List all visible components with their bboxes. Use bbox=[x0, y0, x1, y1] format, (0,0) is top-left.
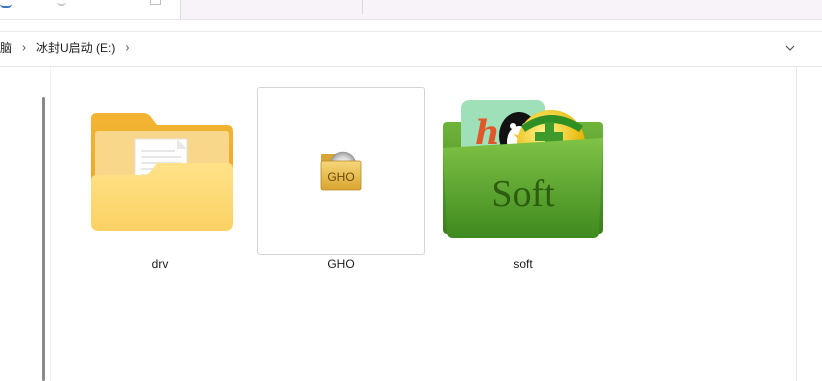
folder-tab-icon bbox=[0, 0, 12, 8]
toolbar-divider bbox=[0, 31, 822, 32]
pane-divider bbox=[50, 67, 51, 381]
thumbnail: h Soft bbox=[439, 87, 607, 255]
tab-strip bbox=[0, 0, 822, 20]
tab-active[interactable] bbox=[0, 0, 181, 19]
breadcrumb: 脑 › 冰封U启动 (E:) › bbox=[0, 37, 135, 57]
address-bar[interactable]: 脑 › 冰封U启动 (E:) › bbox=[0, 20, 822, 67]
tab-divider bbox=[362, 0, 363, 14]
soft-folder-icon: h Soft bbox=[443, 100, 603, 238]
gho-file-icon: GHO bbox=[320, 151, 362, 191]
gho-icon-text: GHO bbox=[327, 170, 354, 184]
chevron-right-icon[interactable]: › bbox=[119, 39, 135, 54]
file-name: soft bbox=[513, 257, 533, 271]
file-view[interactable]: drv GHO GHO h Soft soft bbox=[0, 67, 822, 381]
breadcrumb-item-drive[interactable]: 冰封U启动 (E:) bbox=[32, 39, 119, 56]
file-explorer-window: 脑 › 冰封U启动 (E:) › drv GHO GHO h Soft soft bbox=[0, 0, 822, 381]
folder-icon bbox=[91, 113, 233, 231]
file-item-gho[interactable]: GHO GHO bbox=[257, 87, 425, 277]
chevron-down-icon bbox=[785, 45, 795, 51]
soft-icon-text: Soft bbox=[491, 173, 555, 215]
breadcrumb-item-computer[interactable]: 脑 bbox=[0, 39, 16, 56]
chevron-right-icon[interactable]: › bbox=[16, 39, 32, 54]
file-name: drv bbox=[151, 257, 169, 271]
scrollbar-track bbox=[796, 67, 797, 381]
copy-icon[interactable] bbox=[150, 0, 161, 5]
file-item-soft[interactable]: h Soft soft bbox=[439, 87, 607, 277]
file-item-drv[interactable]: drv bbox=[76, 87, 244, 277]
file-name: GHO bbox=[327, 257, 355, 271]
refresh-icon[interactable] bbox=[57, 0, 66, 6]
thumbnail: GHO bbox=[257, 87, 425, 255]
address-history-dropdown[interactable] bbox=[778, 36, 802, 60]
thumbnail bbox=[76, 87, 244, 255]
nav-pane-scrollbar[interactable] bbox=[42, 97, 45, 381]
